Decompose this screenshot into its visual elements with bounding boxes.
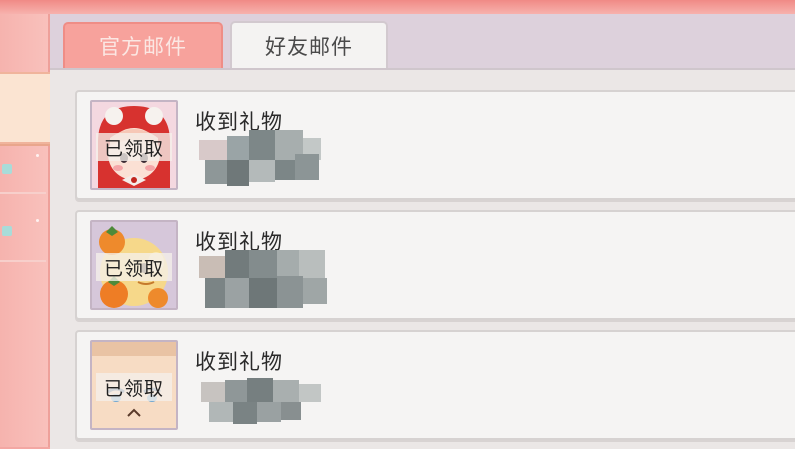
sender-name-obscured <box>199 130 339 190</box>
claimed-label: 已领取 <box>96 133 172 161</box>
boy-face-icon: 已领取 <box>90 340 178 430</box>
sparkle-icon <box>36 219 39 222</box>
mail-panel: 官方邮件 好友邮件 已领取 收到礼物 已领取 收到礼物 已领取 收到礼物 <box>50 14 795 449</box>
sidebar-divider <box>0 260 46 262</box>
tab-official-mail[interactable]: 官方邮件 <box>63 22 223 68</box>
sender-name-obscured <box>199 250 339 310</box>
persimmon-character-icon: 已领取 <box>90 220 178 310</box>
claimed-label: 已领取 <box>96 373 172 401</box>
sparkle-icon <box>36 154 39 157</box>
sidebar-divider <box>0 192 46 194</box>
sidebar <box>0 14 58 447</box>
sidebar-item-icon[interactable] <box>2 226 12 236</box>
sidebar-item-icon[interactable] <box>2 164 12 174</box>
mail-item[interactable]: 已领取 收到礼物 <box>75 210 795 320</box>
mail-item[interactable]: 已领取 收到礼物 <box>75 330 795 440</box>
claimed-label: 已领取 <box>96 253 172 281</box>
mail-list: 已领取 收到礼物 已领取 收到礼物 已领取 收到礼物 <box>50 68 795 449</box>
sender-name-obscured <box>199 370 339 430</box>
mail-item[interactable]: 已领取 收到礼物 <box>75 90 795 200</box>
red-hood-girl-icon: 已领取 <box>90 100 178 190</box>
tab-friend-mail[interactable]: 好友邮件 <box>230 21 388 68</box>
